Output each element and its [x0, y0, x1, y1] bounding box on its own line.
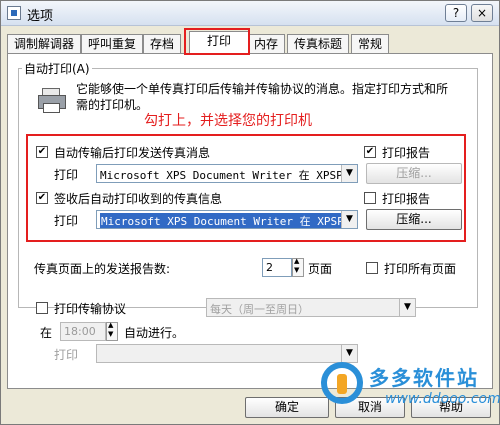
- title-bar[interactable]: 选项 ? ×: [1, 1, 499, 26]
- window-title: 选项: [27, 9, 54, 24]
- help-button[interactable]: ?: [445, 4, 467, 22]
- time-spinner[interactable]: [106, 321, 118, 341]
- tab-general[interactable]: 常规: [351, 34, 390, 53]
- instruction-annotation: 勾打上，并选择您的打印机: [144, 113, 312, 129]
- print-all-pages-label: 打印所有页面: [384, 262, 457, 276]
- site-logo-icon: [321, 362, 363, 404]
- site-watermark: 多多软件站 www.ddooo.com: [319, 358, 500, 418]
- time-input[interactable]: 18:00: [60, 322, 106, 341]
- print-tab-panel: 自动打印(A) 它能够使一个单传真打印后传输并传输协议的消息。指定打印方式和所 …: [7, 53, 493, 389]
- tab-fax-header[interactable]: 传真标题: [287, 34, 350, 53]
- options-dialog: 选项 ? × 调制解调器 呼叫重复 存档 打印 内存 传真标题 常规 自动打印(…: [0, 0, 500, 425]
- watermark-url: www.ddooo.com: [385, 391, 500, 407]
- at-label: 在: [40, 326, 53, 340]
- tab-archive[interactable]: 存档: [143, 34, 182, 53]
- tab-memory[interactable]: 内存: [247, 34, 286, 53]
- tab-modem[interactable]: 调制解调器: [7, 34, 82, 53]
- printer-icon: [38, 88, 66, 113]
- report-count-input[interactable]: 2: [262, 258, 292, 277]
- highlight-box-printers: [26, 134, 466, 242]
- auto-print-group-label: 自动打印(A): [22, 60, 92, 77]
- print-all-pages-checkbox[interactable]: [366, 262, 378, 274]
- highlight-box-tab: [184, 28, 250, 55]
- protocol-printer-label: 打印: [54, 348, 79, 362]
- chevron-down-icon: ▼: [399, 299, 415, 316]
- auto-print-description-line2: 需的打印机。: [76, 98, 149, 112]
- auto-print-description-line1: 它能够使一个单传真打印后传输并传输协议的消息。指定打印方式和所: [76, 82, 449, 96]
- tab-redial[interactable]: 呼叫重复: [81, 34, 144, 53]
- app-icon: [7, 6, 21, 20]
- report-count-spinner[interactable]: [292, 257, 304, 277]
- print-protocol-checkbox[interactable]: [36, 302, 48, 314]
- print-protocol-label: 打印传输协议: [54, 302, 127, 316]
- watermark-title: 多多软件站: [369, 366, 479, 390]
- schedule-select[interactable]: 每天（周一至周日） ▼: [206, 298, 416, 317]
- report-count-label: 传真页面上的发送报告数:: [34, 262, 171, 276]
- ok-button[interactable]: 确定: [245, 397, 329, 418]
- auto-run-label: 自动进行。: [124, 326, 185, 340]
- schedule-value: 每天（周一至周日）: [210, 303, 309, 316]
- close-button[interactable]: ×: [471, 4, 493, 22]
- report-count-unit: 页面: [308, 262, 333, 276]
